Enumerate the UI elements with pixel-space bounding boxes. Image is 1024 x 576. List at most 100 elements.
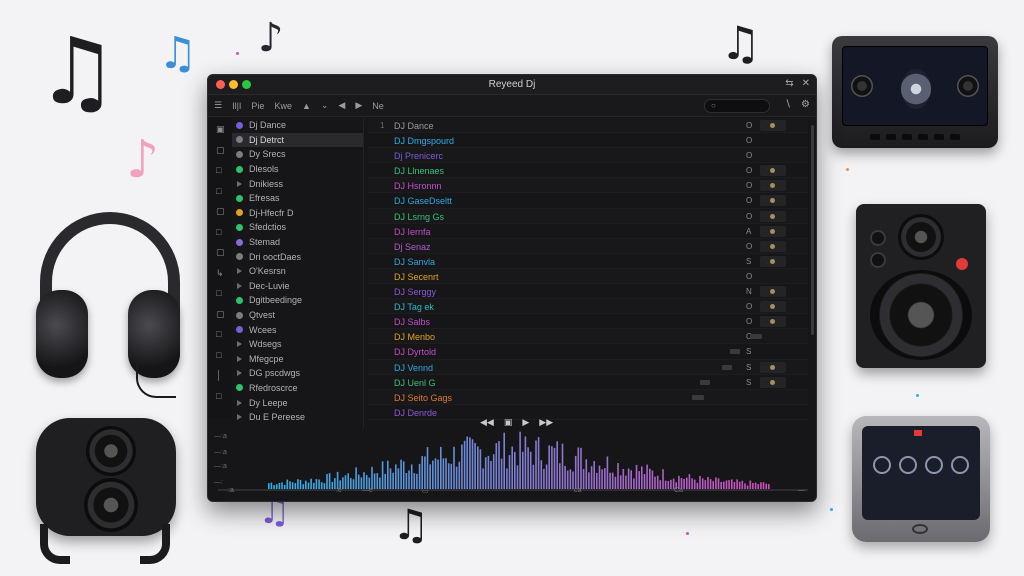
track-load-button[interactable] xyxy=(760,165,786,177)
track-row[interactable]: DJ Serggy N xyxy=(368,284,808,300)
track-load-button[interactable] xyxy=(760,180,786,192)
nav-icon[interactable]: □ xyxy=(216,350,221,360)
sidebar-item[interactable]: Stemad xyxy=(232,235,363,250)
track-load-button[interactable] xyxy=(760,286,786,298)
menu-icon[interactable]: ☰ xyxy=(214,100,222,111)
sidebar-item[interactable]: Dj-Hfecfr D xyxy=(232,206,363,221)
sidebar-item[interactable]: Dy Srecs xyxy=(232,147,363,162)
search-icon: ○ xyxy=(711,101,716,110)
sidebar-item[interactable]: Efresas xyxy=(232,191,363,206)
track-row[interactable]: DJ Tag ek O xyxy=(368,299,808,315)
track-load-button[interactable] xyxy=(760,316,786,328)
sidebar-item[interactable]: Qtvest xyxy=(232,308,363,323)
track-row[interactable]: DJ Dyrtold S xyxy=(368,344,808,360)
track-row[interactable]: DJ Vennd S xyxy=(368,359,808,375)
levels-icon[interactable]: Il|I xyxy=(232,101,241,111)
user-icon[interactable]: ▲ xyxy=(302,101,311,111)
track-load-button[interactable] xyxy=(760,195,786,207)
track-row[interactable]: DJ GaseDseltt O xyxy=(368,193,808,209)
nav-icon[interactable]: □ xyxy=(216,391,221,401)
sidebar-item-label: Wcees xyxy=(249,324,277,335)
sidebar-item[interactable]: Sfedctios xyxy=(232,220,363,235)
sidebar-item[interactable]: Mfegcpe xyxy=(232,352,363,367)
nav-icon[interactable]: ▢ xyxy=(216,247,225,258)
track-row[interactable]: DJ Salbs O xyxy=(368,314,808,330)
track-row[interactable]: Dj Senaz O xyxy=(368,238,808,254)
waveform-display[interactable] xyxy=(208,429,817,495)
waveform-bar xyxy=(418,463,421,489)
track-row[interactable]: DJ Lsrng Gs O xyxy=(368,208,808,224)
track-row[interactable]: Dj Prenicerc O xyxy=(368,148,808,164)
nav-icon[interactable]: □ xyxy=(216,227,221,237)
track-row[interactable]: DJ Dmgspourd O xyxy=(368,133,808,149)
track-load-button[interactable] xyxy=(760,225,786,237)
stop-button[interactable]: ▣ xyxy=(504,417,513,428)
track-row[interactable]: DJ Uenl G S xyxy=(368,375,808,390)
track-row[interactable]: DJ Sanvla S xyxy=(368,254,808,269)
track-load-button[interactable] xyxy=(760,210,786,222)
back-icon[interactable]: ◀ xyxy=(338,100,345,111)
track-row[interactable]: DJ Seito Gags xyxy=(368,389,808,405)
sidebar-item[interactable]: Dj Detrct xyxy=(232,132,363,148)
nav-icon[interactable]: ▢ xyxy=(216,206,225,217)
sidebar-item[interactable]: Rfedroscrce xyxy=(232,381,363,396)
waveform-bar xyxy=(741,480,744,489)
toolbar-button[interactable]: Pie xyxy=(251,101,264,111)
toolbar-button[interactable]: Ne xyxy=(372,101,384,111)
nav-icon[interactable]: □ xyxy=(216,186,221,196)
sidebar-item[interactable]: Dj Dance xyxy=(232,118,363,133)
gear-icon[interactable]: ⚙ xyxy=(801,99,810,110)
play-button[interactable]: ▶ xyxy=(522,417,529,428)
waveform-bar xyxy=(617,463,619,489)
sidebar-item-label: Rfedroscrce xyxy=(249,382,298,393)
track-load-button[interactable] xyxy=(760,301,786,313)
toolbar-button[interactable]: Kwe xyxy=(274,101,292,111)
track-load-button[interactable] xyxy=(760,255,786,267)
track-row[interactable]: DJ Denrde xyxy=(368,405,808,420)
sidebar-item[interactable]: O'Kesrsn xyxy=(232,264,363,279)
chevron-down-icon[interactable]: ⌄ xyxy=(321,100,329,111)
track-load-button[interactable] xyxy=(760,361,786,373)
sidebar-item-label: Dy Srecs xyxy=(249,149,286,160)
waveform-bar xyxy=(487,455,490,489)
rewind-button[interactable]: ◀◀ xyxy=(480,417,494,428)
nav-icon[interactable]: ▢ xyxy=(216,309,225,320)
sidebar-item[interactable]: Wcees xyxy=(232,322,363,337)
search-input[interactable]: ○ xyxy=(704,99,770,113)
track-row[interactable]: DJ MenboO xyxy=(368,329,808,345)
track-load-button[interactable] xyxy=(760,376,786,388)
nav-icon[interactable]: ↳ xyxy=(216,268,224,279)
track-row[interactable]: 1 DJ Dance O xyxy=(368,118,808,134)
nav-icon[interactable]: □ xyxy=(216,288,221,298)
sidebar-item[interactable]: Dy Leepe xyxy=(232,395,363,410)
forward-icon[interactable]: ▶ xyxy=(355,100,362,111)
nav-icon[interactable]: □ xyxy=(216,165,221,175)
track-row[interactable]: DJ Secenrt O xyxy=(368,268,808,285)
track-row[interactable]: DJ Iernfa A xyxy=(368,224,808,239)
timeline-label[interactable]: ▭ xyxy=(422,487,429,495)
sidebar-item[interactable]: Dnikiess xyxy=(232,176,363,191)
nav-icon[interactable]: ▣ xyxy=(216,124,225,135)
nav-icon[interactable]: □ xyxy=(216,329,221,339)
fast-forward-button[interactable]: ▶▶ xyxy=(539,417,553,428)
scrollbar[interactable] xyxy=(811,125,814,335)
sidebar-item[interactable]: Dri ooctDaes xyxy=(232,249,363,264)
nav-icon[interactable]: ▢ xyxy=(216,145,225,156)
sidebar-item[interactable]: Dec-Luvie xyxy=(232,279,363,294)
sidebar-item[interactable]: Dlesols xyxy=(232,162,363,177)
edit-icon[interactable]: ∖ xyxy=(785,99,791,110)
waveform-bar xyxy=(559,463,561,489)
sidebar-item[interactable]: Du E Pereese xyxy=(232,410,363,425)
close-icon[interactable]: ✕ xyxy=(802,78,810,89)
track-row[interactable]: DJ Hsronnn O xyxy=(368,178,808,194)
sidebar-item[interactable]: Wdsegs xyxy=(232,337,363,352)
waveform-bar xyxy=(424,456,426,489)
track-load-button[interactable] xyxy=(760,120,786,131)
swap-icon[interactable]: ⇆ xyxy=(785,78,793,89)
nav-icon[interactable]: │ xyxy=(216,370,222,380)
track-row[interactable]: DJ Llnenaes O xyxy=(368,163,808,179)
track-name: DJ Uenl G xyxy=(394,377,436,388)
sidebar-item[interactable]: Dgitbeedinge xyxy=(232,293,363,308)
track-load-button[interactable] xyxy=(760,240,786,252)
sidebar-item[interactable]: DG pscdwgs xyxy=(232,366,363,381)
